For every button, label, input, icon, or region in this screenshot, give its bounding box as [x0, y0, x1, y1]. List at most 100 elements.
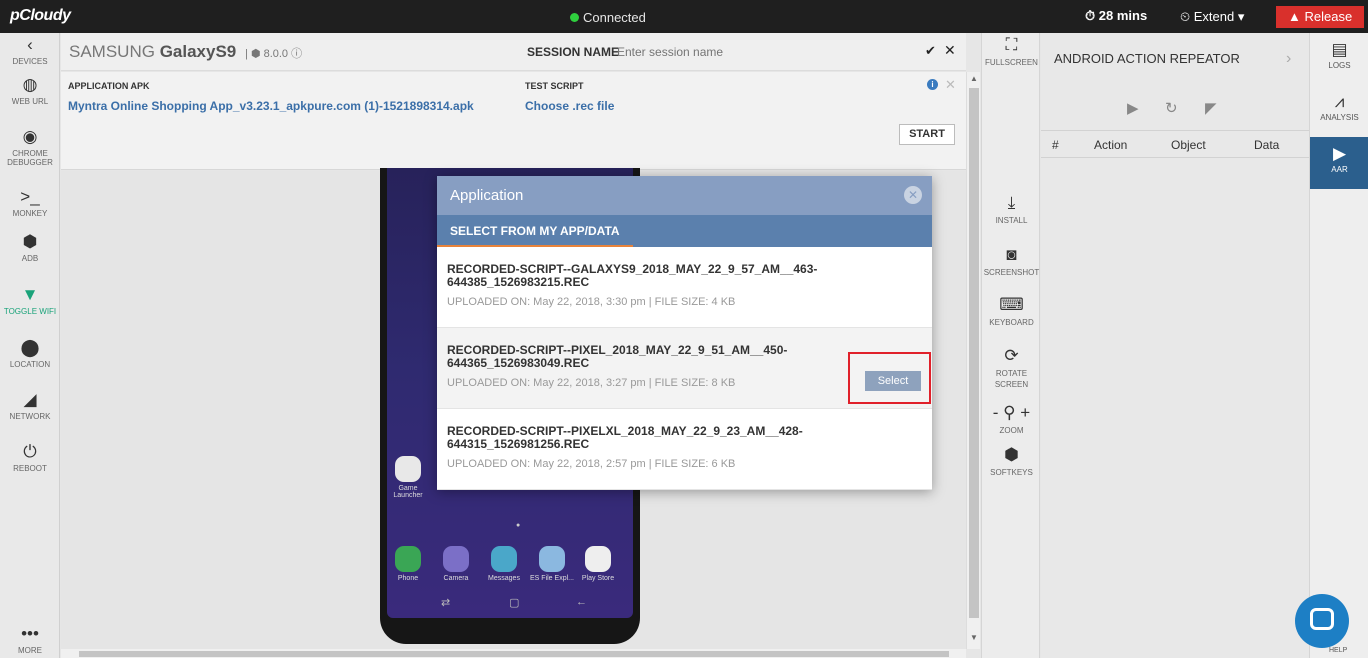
sidebar-item-web-url[interactable]: ◍ WEB URL [0, 75, 60, 106]
close-icon[interactable]: ✕ [944, 42, 956, 59]
app-icon [395, 546, 421, 572]
sidebar-item-more[interactable]: ••• MORE [0, 624, 60, 655]
tool-keyboard[interactable]: ⌨ KEYBOARD [982, 295, 1041, 328]
app-label: Messages [488, 575, 520, 582]
top-bar: pCloudy Connected ⏱ 28 mins ⏲ Extend ▾ ▲… [0, 0, 1368, 33]
sidebar-item-adb[interactable]: ⬢ ADB [0, 232, 60, 263]
app-icon-phone[interactable]: Phone [383, 546, 433, 582]
release-button[interactable]: ▲ Release [1276, 6, 1364, 28]
close-icon[interactable]: ✕ [945, 77, 956, 93]
sidebar-item-network[interactable]: ◢ NETWORK [0, 390, 60, 421]
app-icon [539, 546, 565, 572]
column-data: Data [1254, 138, 1280, 152]
rightnav-item-logs[interactable]: ▤ LOGS [1310, 33, 1368, 85]
choose-rec-file-link[interactable]: Choose .rec file [525, 99, 614, 113]
fullscreen-icon: ⛶ [1005, 35, 1018, 54]
refresh-icon[interactable]: ↻ [1165, 99, 1178, 117]
app-icon-camera[interactable]: Camera [431, 546, 481, 582]
sidebar-item-label: CHROME DEBUGGER [7, 149, 53, 167]
script-filename: RECORDED-SCRIPT--GALAXYS9_2018_MAY_22_9_… [447, 262, 818, 289]
download-icon: ⤓ [1007, 193, 1016, 212]
app-icon-messages[interactable]: Messages [479, 546, 529, 582]
list-item[interactable]: RECORDED-SCRIPT--GALAXYS9_2018_MAY_22_9_… [437, 247, 932, 328]
tool-zoom[interactable]: - ⚲ + ZOOM [982, 403, 1041, 436]
app-label: ES File Expl... [530, 575, 574, 582]
apk-panel: APPLICATION APK Myntra Online Shopping A… [61, 72, 966, 170]
script-meta: UPLOADED ON: May 22, 2018, 2:57 pm | FIL… [447, 458, 736, 470]
scroll-thumb[interactable] [79, 651, 949, 657]
info-icon[interactable]: i [927, 79, 938, 90]
tool-label: FULLSCREEN [985, 58, 1038, 67]
app-icon [585, 546, 611, 572]
script-meta: UPLOADED ON: May 22, 2018, 3:30 pm | FIL… [447, 296, 736, 308]
sidebar-item-label: REBOOT [13, 464, 47, 473]
app-icon-es-file-expl-[interactable]: ES File Expl... [527, 546, 577, 582]
tool-rotate-screen[interactable]: ⟳ ROTATE SCREEN [982, 346, 1041, 390]
sidebar-item-monkey[interactable]: >_ MONKEY [0, 187, 60, 218]
sidebar-item-label: DEVICES [12, 57, 48, 66]
keyboard-icon: ⌨ [999, 295, 1024, 314]
app-icon-game-launcher[interactable]: Game Launcher [383, 456, 433, 499]
help-label[interactable]: HELP [1329, 647, 1347, 654]
confirm-check-icon[interactable]: ✔ [925, 43, 936, 59]
chevron-right-icon[interactable]: › [1286, 50, 1291, 68]
globe-icon: ◍ [22, 75, 38, 94]
horizontal-scrollbar[interactable] [61, 649, 966, 658]
tab-select-from-my-app-data[interactable]: SELECT FROM MY APP/DATA [437, 215, 633, 247]
tool-softkeys[interactable]: ⬢ SOFTKEYS [982, 445, 1041, 478]
rightnav-item-analysis[interactable]: ⩘ ANALYSIS [1310, 85, 1368, 137]
eraser-icon[interactable]: ◤ [1205, 99, 1217, 117]
analysis-icon: ⩘ [1334, 92, 1345, 111]
list-item[interactable]: RECORDED-SCRIPT--PIXELXL_2018_MAY_22_9_2… [437, 409, 932, 490]
aar-title: ANDROID ACTION REPEATOR [1054, 51, 1240, 66]
app-label: Camera [443, 575, 469, 582]
sidebar-item-label: NETWORK [9, 412, 51, 421]
sidebar-item-toggle-wifi[interactable]: ▼ TOGGLE WIFI [0, 285, 60, 316]
sidebar-item-location[interactable]: ⬤ LOCATION [0, 338, 60, 369]
column-object: Object [1171, 138, 1206, 152]
sidebar-item-chrome-debugger[interactable]: ◉ CHROME DEBUGGER [0, 127, 60, 167]
chat-launcher-button[interactable] [1295, 594, 1349, 648]
application-apk-link[interactable]: Myntra Online Shopping App_v3.23.1_apkpu… [68, 99, 474, 113]
extend-button[interactable]: ⏲ Extend ▾ [1180, 9, 1244, 25]
more-icon: ••• [21, 624, 39, 643]
aar-panel: ANDROID ACTION REPEATOR › ▶ ↻ ◤ # Action… [1041, 33, 1309, 658]
app-icon-play-store[interactable]: Play Store [573, 546, 623, 582]
rightnav-item-label: LOGS [1328, 61, 1351, 70]
tool-screenshot[interactable]: ◙ SCREENSHOT [982, 245, 1041, 278]
sidebar-item-reboot[interactable]: ⏻ REBOOT [0, 442, 60, 473]
sidebar-item-devices[interactable]: ‹ DEVICES [0, 35, 60, 66]
status-dot-icon [570, 13, 579, 22]
device-header: SAMSUNG GalaxyS9 | ⬢ 8.0.0 ⓘ SESSION NAM… [61, 33, 966, 71]
tools-column: ⛶ FULLSCREEN ⤓ INSTALL ◙ SCREENSHOT ⌨ KEYBOARD ⟳… [981, 33, 1040, 658]
zoom-icon: - ⚲ + [992, 403, 1031, 422]
app-label: Play Store [581, 575, 615, 582]
recent-apps-icon[interactable]: ⇄ [441, 596, 450, 609]
start-button[interactable]: START [899, 124, 955, 145]
home-button-icon[interactable]: ▢ [509, 596, 519, 609]
play-icon[interactable]: ▶ [1127, 99, 1139, 117]
scroll-thumb[interactable] [969, 88, 979, 618]
session-name-input[interactable] [617, 43, 817, 61]
script-filename: RECORDED-SCRIPT--PIXELXL_2018_MAY_22_9_2… [447, 424, 803, 451]
column-action: Action [1094, 138, 1128, 152]
close-icon[interactable]: ✕ [904, 186, 922, 204]
app-icon [491, 546, 517, 572]
tool-fullscreen[interactable]: ⛶ FULLSCREEN [982, 35, 1041, 68]
column-number: # [1052, 138, 1059, 152]
tool-install[interactable]: ⤓ INSTALL [982, 193, 1041, 226]
app-label: Phone [397, 575, 419, 582]
script-filename: RECORDED-SCRIPT--PIXEL_2018_MAY_22_9_51_… [447, 343, 788, 370]
wifi-icon: ▼ [21, 285, 39, 304]
select-button[interactable]: Select [865, 371, 921, 391]
modal-title: Application [450, 187, 524, 204]
vertical-scrollbar[interactable]: ▲ ▼ [966, 72, 980, 649]
scroll-down-icon[interactable]: ▼ [970, 633, 978, 642]
app-label: Game Launcher [393, 485, 423, 499]
chrome-icon: ◉ [22, 127, 38, 146]
back-arrow-icon[interactable]: ← [576, 596, 587, 608]
application-apk-label: APPLICATION APK [68, 81, 150, 91]
tool-label: SOFTKEYS [990, 468, 1033, 477]
scroll-up-icon[interactable]: ▲ [970, 74, 978, 83]
rightnav-item-aar[interactable]: ▶ AAR [1310, 137, 1368, 189]
